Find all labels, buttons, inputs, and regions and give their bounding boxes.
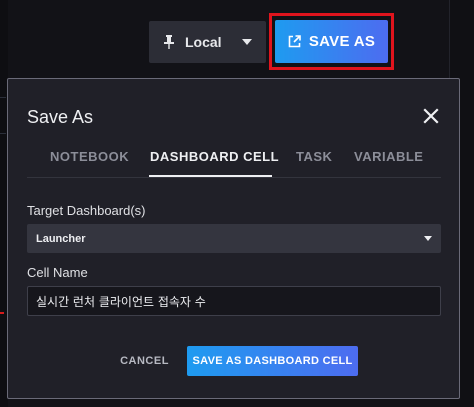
tab-task[interactable]: TASK (296, 149, 332, 164)
tab-dashboard-cell[interactable]: DASHBOARD CELL (150, 149, 279, 164)
chevron-down-icon (242, 39, 252, 45)
tab-bar: NOTEBOOK DASHBOARD CELL TASK VARIABLE (27, 139, 441, 179)
pin-icon (163, 35, 177, 49)
background-marker (0, 312, 4, 314)
background-divider (0, 97, 6, 98)
tab-notebook[interactable]: NOTEBOOK (50, 149, 129, 164)
cell-name-input[interactable] (27, 286, 441, 316)
save-as-dashboard-cell-button[interactable]: SAVE AS DASHBOARD CELL (187, 346, 358, 376)
dialog-title: Save As (27, 107, 94, 127)
tab-variable[interactable]: VARIABLE (354, 149, 423, 164)
cell-name-label: Cell Name (27, 265, 88, 280)
cancel-button[interactable]: CANCEL (112, 349, 177, 373)
target-dashboard-label: Target Dashboard(s) (27, 203, 146, 218)
chevron-down-icon (424, 236, 432, 241)
save-as-dialog: Save As NOTEBOOK DASHBOARD CELL TASK VAR… (7, 78, 460, 399)
save-as-button-label: SAVE AS (308, 33, 376, 50)
target-dashboard-value: Launcher (36, 232, 86, 245)
location-dropdown-label: Local (185, 34, 222, 50)
external-link-icon (288, 35, 301, 48)
background-divider (0, 133, 6, 134)
target-dashboard-select[interactable]: Launcher (27, 224, 441, 253)
tab-divider (27, 177, 441, 178)
location-dropdown[interactable]: Local (149, 21, 266, 63)
save-as-button[interactable]: SAVE AS (275, 20, 388, 63)
close-icon[interactable] (423, 108, 439, 124)
